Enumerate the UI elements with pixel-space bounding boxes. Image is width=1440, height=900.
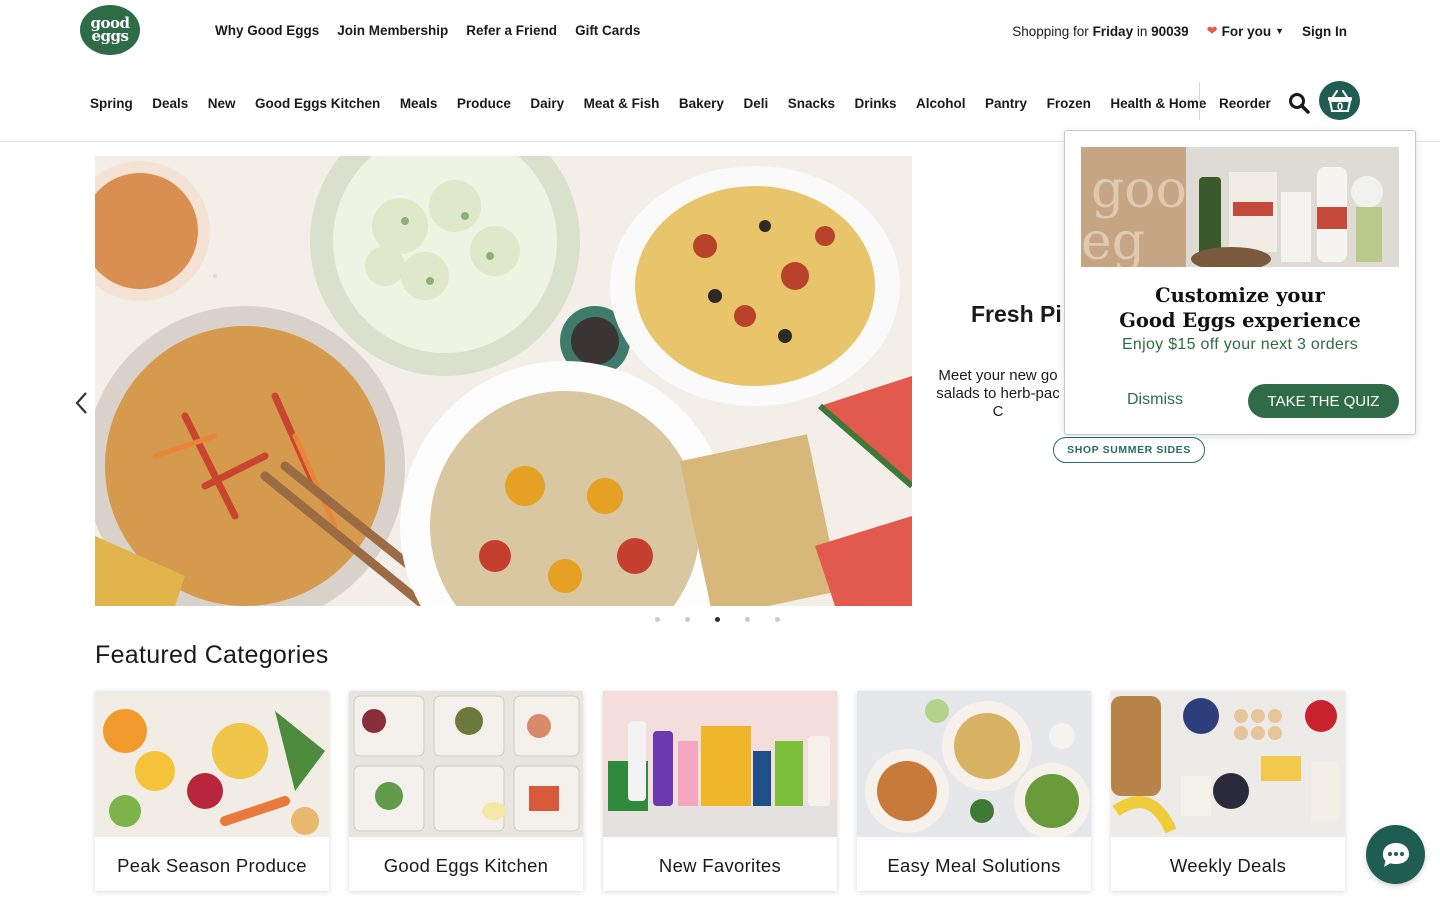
reorder-link[interactable]: Reorder [1219,96,1271,111]
category-label: New Favorites [658,855,782,876]
nav-item-meals[interactable]: Meals [400,96,438,111]
dismiss-button[interactable]: Dismiss [1127,391,1183,409]
shopping-prefix: Shopping for [1012,23,1089,39]
nav-item-produce[interactable]: Produce [457,96,511,111]
nav-item-bakery[interactable]: Bakery [679,96,724,111]
carousel-prev-button[interactable] [72,390,92,416]
for-you-label: For you [1221,23,1272,39]
logo-text: good eggs [90,14,131,45]
hero-image[interactable] [95,156,912,606]
delivery-selector[interactable]: Shopping for Friday in 90039 [1012,24,1188,39]
take-the-quiz-button[interactable]: TAKE THE QUIZ [1248,384,1399,418]
top-right-area: Shopping for Friday in 90039 ❤ For you ▼… [1012,23,1347,39]
sign-in-link[interactable]: Sign In [1302,24,1347,39]
nav-item-pantry[interactable]: Pantry [985,96,1027,111]
hero-description-line: salads to herb-pac [936,385,1060,402]
nav-item-deli[interactable]: Deli [743,96,768,111]
cart-button[interactable]: 0 [1319,81,1360,120]
category-label: Good Eggs Kitchen [383,855,549,876]
for-you-dropdown[interactable]: ❤ For you ▼ [1207,23,1284,39]
nav-divider [1199,82,1200,120]
nav-item-dairy[interactable]: Dairy [530,96,564,111]
category-label: Easy Meal Solutions [887,855,1061,876]
svg-text:eg: eg [1081,212,1145,267]
nav-item-new[interactable]: New [208,96,236,111]
shopping-in: in [1136,23,1148,39]
gift-cards-link[interactable]: Gift Cards [575,23,640,38]
nav-item-frozen[interactable]: Frozen [1047,96,1091,111]
nav-item-good-eggs-kitchen[interactable]: Good Eggs Kitchen [255,96,380,111]
nav-item-drinks[interactable]: Drinks [855,96,897,111]
nav-item-snacks[interactable]: Snacks [788,96,835,111]
delivery-zip: 90039 [1151,23,1189,39]
category-card-weekly-deals[interactable]: Weekly Deals [1111,691,1345,891]
refer-a-friend-link[interactable]: Refer a Friend [466,23,557,38]
basket-icon: 0 [1327,89,1352,113]
popup-title-line: Good Eggs experience [1119,309,1361,332]
nav-item-deals[interactable]: Deals [152,96,188,111]
nav-item-meat-fish[interactable]: Meat & Fish [584,96,660,111]
category-card-peak-season-produce[interactable]: Peak Season Produce [95,691,329,891]
hero-description-line: Meet your new go [938,367,1058,384]
popup-title-line: Customize your [1155,284,1325,307]
caret-down-icon: ▼ [1275,26,1284,36]
category-card-good-eggs-kitchen[interactable]: Good Eggs Kitchen [349,691,583,891]
popup-title: Customize your Good Eggs experience [1065,283,1415,333]
customize-popup: goo eg Customize your Good Eggs experien… [1064,130,1416,435]
popup-image: goo eg [1081,147,1399,267]
category-card-new-favorites[interactable]: New Favorites [603,691,837,891]
top-bar: good eggs Why Good Eggs Join Membership … [0,0,1440,62]
category-image [603,691,837,837]
category-cards: Peak Season Produce Good Eggs Kitchen Ne… [95,691,1345,891]
category-label: Peak Season Produce [117,855,307,876]
carousel-dots [655,617,780,622]
chat-button[interactable] [1366,825,1425,884]
heart-icon: ❤ [1206,23,1218,38]
svg-text:goo: goo [1091,160,1187,220]
hero-description-line: C [992,403,1004,420]
chat-bubble-icon [1382,842,1409,867]
good-eggs-logo[interactable]: good eggs [80,5,140,55]
join-membership-link[interactable]: Join Membership [337,23,448,38]
shop-summer-sides-button[interactable]: SHOP SUMMER SIDES [1053,437,1205,463]
nav-item-health-home[interactable]: Health & Home [1110,96,1206,111]
delivery-day: Friday [1092,23,1134,39]
nav-item-spring[interactable]: Spring [90,96,133,111]
category-image [857,691,1091,837]
carousel-dot-4[interactable] [745,617,750,622]
carousel-dot-1[interactable] [655,617,660,622]
hero-title: Fresh Pi [971,301,1062,327]
category-card-easy-meal-solutions[interactable]: Easy Meal Solutions [857,691,1091,891]
category-label: Weekly Deals [1169,855,1287,876]
top-links: Why Good Eggs Join Membership Refer a Fr… [215,23,640,38]
popup-subtitle: Enjoy $15 off your next 3 orders [1121,336,1359,353]
category-image [95,691,329,837]
featured-categories-title: Featured Categories [95,641,329,669]
nav-item-alcohol[interactable]: Alcohol [916,96,966,111]
carousel-dot-5[interactable] [775,617,780,622]
category-nav-items: Spring Deals New Good Eggs Kitchen Meals… [90,96,1206,111]
carousel-dot-2[interactable] [685,617,690,622]
carousel-dot-3[interactable] [715,617,720,622]
category-image [1111,691,1345,837]
hero-description: Meet your new go salads to herb-pac C [933,367,1063,421]
cart-count: 0 [1336,101,1342,113]
why-good-eggs-link[interactable]: Why Good Eggs [215,23,319,38]
search-icon[interactable] [1288,92,1310,114]
category-image [349,691,583,837]
